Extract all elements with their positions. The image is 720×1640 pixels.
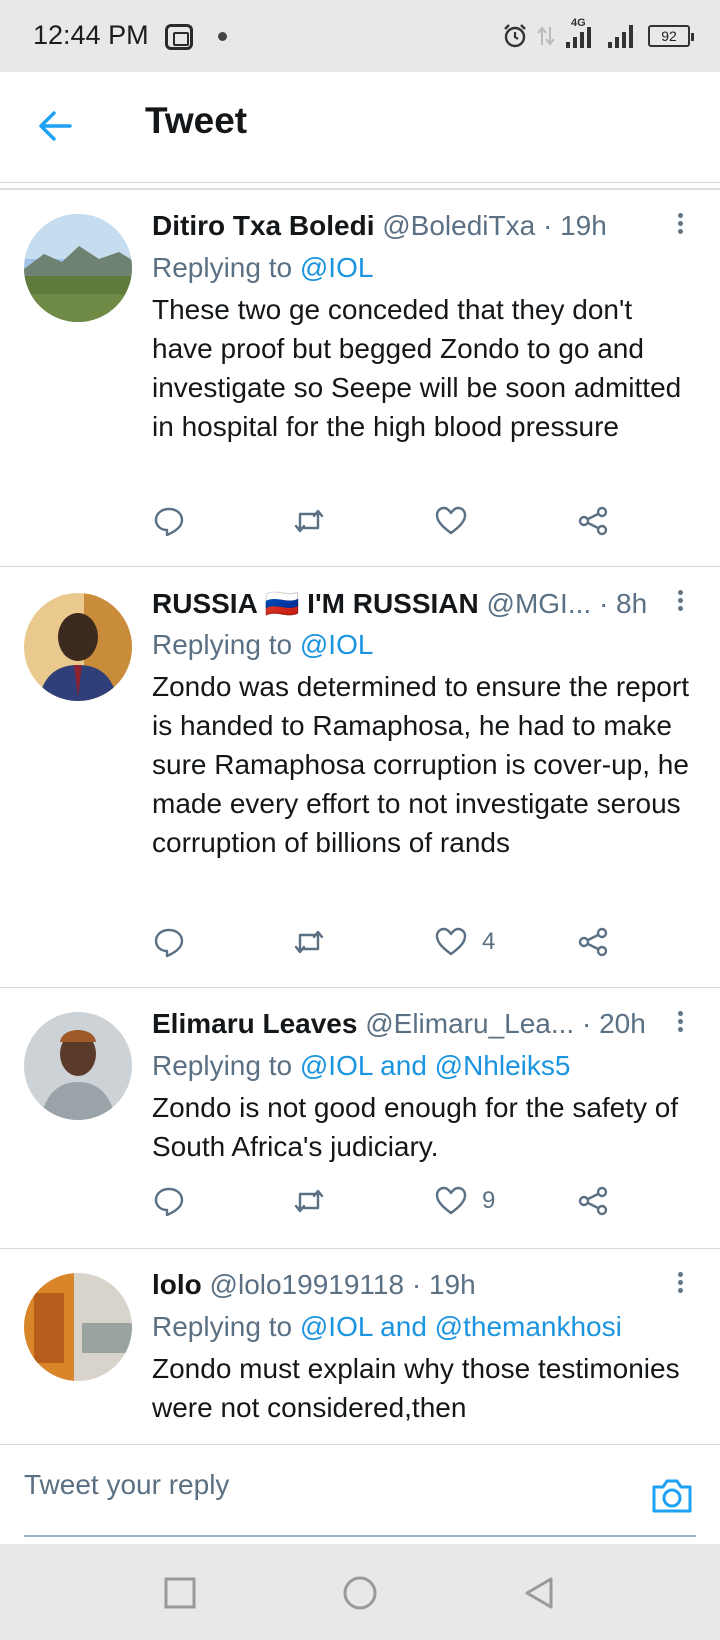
share-icon	[578, 1186, 608, 1216]
alarm-icon	[504, 24, 526, 48]
retweet-button[interactable]	[292, 504, 326, 538]
signal-4g-icon	[566, 27, 591, 48]
tweet-item[interactable]: RUSSIA 🇷🇺 I'M RUSSIAN @MGI... · 8h Reply…	[0, 567, 720, 988]
reply-underline	[24, 1535, 696, 1537]
like-count: 4	[482, 928, 496, 955]
tweet-header: lolo @lolo19919118 · 19h	[152, 1269, 662, 1309]
reply-button[interactable]	[152, 925, 186, 959]
avatar[interactable]	[24, 1012, 132, 1120]
replying-prefix: Replying to	[152, 252, 300, 283]
page-title: Tweet	[145, 100, 248, 141]
tweet-header: RUSSIA 🇷🇺 I'M RUSSIAN @MGI... · 8h	[152, 587, 662, 627]
replying-prefix: Replying to	[152, 629, 300, 660]
status-time: 12:44 PM	[33, 20, 149, 50]
author-handle: @Elimaru_Lea... · 20h	[365, 1008, 646, 1039]
author-handle: @MGI... · 8h	[486, 588, 648, 619]
author-handle: @lolo19919118 · 19h	[209, 1269, 476, 1300]
share-button[interactable]	[576, 1184, 610, 1218]
data-transfer-icon	[537, 26, 555, 46]
like-button[interactable]: 4	[434, 925, 495, 959]
retweet-button[interactable]	[292, 925, 326, 959]
retweet-button[interactable]	[292, 1184, 326, 1218]
tweet-text: Zondo must explain why those testimonies…	[152, 1353, 680, 1423]
app-header: Tweet	[0, 72, 720, 183]
share-button[interactable]	[576, 925, 610, 959]
comment-icon	[154, 1187, 184, 1217]
back-arrow-icon[interactable]	[34, 104, 78, 148]
status-bar: 12:44 PM 4G 92	[0, 0, 720, 72]
comment-icon	[154, 507, 184, 537]
system-nav-bar	[0, 1544, 720, 1640]
like-button[interactable]: 9	[434, 1184, 495, 1218]
status-icons: 92	[502, 20, 694, 52]
more-vertical-icon[interactable]	[672, 1269, 688, 1299]
tweet-actions	[152, 504, 632, 544]
more-vertical-icon[interactable]	[672, 1008, 688, 1038]
reply-mention-link[interactable]: @IOL and @Nhleiks5	[300, 1050, 571, 1081]
replying-to: Replying to @IOL and @Nhleiks5	[152, 1050, 570, 1082]
comment-icon	[154, 928, 184, 958]
tweet-text: Zondo was determined to ensure the repor…	[152, 671, 689, 858]
share-button[interactable]	[576, 504, 610, 538]
more-vertical-icon[interactable]	[672, 587, 688, 617]
author-name[interactable]: Ditiro Txa Boledi	[152, 210, 374, 241]
avatar[interactable]	[24, 1273, 132, 1381]
app-notification-icon	[165, 24, 193, 50]
retweet-icon	[294, 509, 324, 533]
reply-feed[interactable]: Ditiro Txa Boledi @BolediTxa · 19h Reply…	[0, 190, 720, 1444]
tweet-header: Elimaru Leaves @Elimaru_Lea... · 20h	[152, 1008, 662, 1048]
reply-mention-link[interactable]: @IOL and @themankhosi	[300, 1311, 622, 1342]
tweet-item[interactable]: Elimaru Leaves @Elimaru_Lea... · 20h Rep…	[0, 988, 720, 1249]
like-count: 9	[482, 1187, 496, 1214]
battery-icon: 92	[648, 25, 694, 47]
avatar[interactable]	[24, 593, 132, 701]
reply-composer	[0, 1444, 720, 1541]
signal-icon	[608, 25, 633, 48]
reply-mention-link[interactable]: @IOL	[300, 252, 374, 283]
tweet-actions: 4	[152, 925, 632, 965]
author-name[interactable]: lolo	[152, 1269, 202, 1300]
share-icon	[578, 927, 608, 957]
tweet-actions: 9	[152, 1184, 632, 1224]
tweet-item[interactable]: lolo @lolo19919118 · 19h Replying to @IO…	[0, 1249, 720, 1444]
heart-icon	[435, 1186, 467, 1215]
tweet-item[interactable]: Ditiro Txa Boledi @BolediTxa · 19h Reply…	[0, 190, 720, 567]
home-icon[interactable]	[341, 1574, 379, 1612]
retweet-icon	[294, 1189, 324, 1213]
replying-to: Replying to @IOL and @themankhosi	[152, 1311, 622, 1343]
reply-button[interactable]	[152, 1184, 186, 1218]
reply-input[interactable]	[24, 1469, 584, 1501]
author-name[interactable]: RUSSIA 🇷🇺 I'M RUSSIAN	[152, 588, 479, 619]
tweet-text: Zondo is not good enough for the safety …	[152, 1092, 679, 1162]
notification-dot	[218, 32, 227, 41]
retweet-icon	[294, 930, 324, 954]
back-icon[interactable]	[521, 1574, 559, 1612]
tweet-header: Ditiro Txa Boledi @BolediTxa · 19h	[152, 210, 662, 250]
heart-icon	[435, 927, 467, 956]
author-name[interactable]: Elimaru Leaves	[152, 1008, 357, 1039]
reply-mention-link[interactable]: @IOL	[300, 629, 374, 660]
more-vertical-icon[interactable]	[672, 210, 688, 240]
replying-to: Replying to @IOL	[152, 629, 373, 661]
like-button[interactable]	[434, 504, 482, 538]
share-icon	[578, 506, 608, 536]
replying-to: Replying to @IOL	[152, 252, 373, 284]
reply-button[interactable]	[152, 504, 186, 538]
camera-icon[interactable]	[650, 1475, 694, 1515]
recent-apps-icon[interactable]	[161, 1574, 199, 1612]
replying-prefix: Replying to	[152, 1311, 300, 1342]
replying-prefix: Replying to	[152, 1050, 300, 1081]
author-handle: @BolediTxa · 19h	[382, 210, 607, 241]
heart-icon	[435, 506, 467, 535]
tweet-text: These two ge conceded that they don't ha…	[152, 294, 682, 442]
avatar[interactable]	[24, 214, 132, 322]
